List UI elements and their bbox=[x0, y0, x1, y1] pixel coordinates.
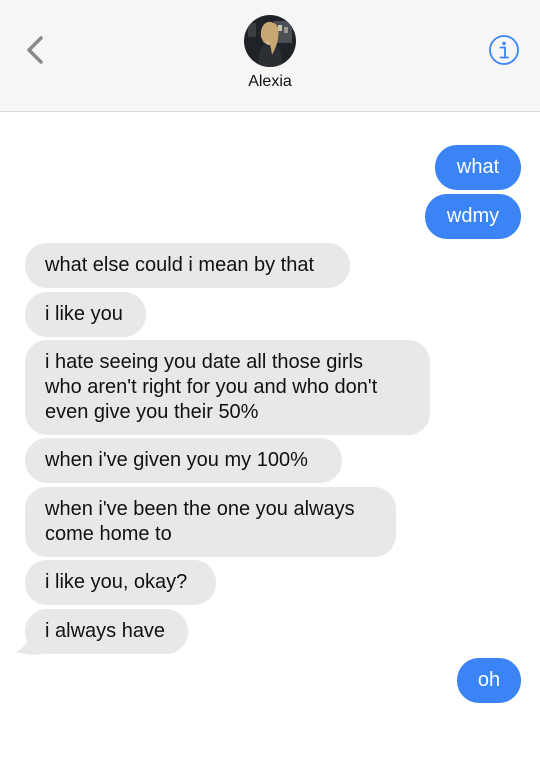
message-text: i like you bbox=[45, 303, 123, 325]
message-bubble-received[interactable]: when i've been the one you always come h… bbox=[25, 487, 396, 557]
back-button[interactable] bbox=[18, 30, 52, 70]
message-text-line: when i've been the one you always bbox=[45, 498, 355, 520]
message-bubble-received[interactable]: i always have bbox=[25, 609, 188, 654]
chevron-left-icon bbox=[27, 36, 43, 64]
message-text-line: who aren't right for you and who don't bbox=[45, 376, 378, 398]
message-text: i like you, okay? bbox=[45, 571, 188, 593]
message-bubble-sent[interactable]: oh bbox=[457, 658, 521, 703]
message-bubble-received[interactable]: what else could i mean by that bbox=[25, 243, 350, 288]
message-bubble-received[interactable]: i hate seeing you date all those girls w… bbox=[25, 340, 430, 435]
message-bubble-received[interactable]: i like you, okay? bbox=[25, 560, 216, 605]
message-text: what else could i mean by that bbox=[45, 254, 315, 276]
message-text: when i've given you my 100% bbox=[45, 449, 308, 471]
contact-avatar[interactable] bbox=[244, 15, 296, 67]
message-bubble-received[interactable]: i like you bbox=[25, 292, 146, 337]
avatar-photo bbox=[244, 15, 296, 67]
info-icon bbox=[489, 35, 519, 65]
message-text-line: even give you their 50% bbox=[45, 401, 259, 423]
message-bubble-received[interactable]: when i've given you my 100% bbox=[25, 438, 342, 483]
message-text-line: i hate seeing you date all those girls bbox=[45, 351, 363, 373]
message-text: wdmy bbox=[446, 205, 500, 227]
message-text-line: come home to bbox=[45, 523, 172, 545]
conversation-header: Alexia bbox=[0, 0, 540, 112]
message-bubble-sent[interactable]: wdmy bbox=[425, 194, 521, 239]
message-text: what bbox=[456, 156, 500, 178]
contact-name[interactable]: Alexia bbox=[0, 73, 540, 91]
message-bubble-sent[interactable]: what bbox=[435, 145, 521, 190]
info-button[interactable] bbox=[488, 34, 520, 66]
message-text: oh bbox=[477, 669, 501, 691]
message-text: i always have bbox=[45, 620, 166, 642]
